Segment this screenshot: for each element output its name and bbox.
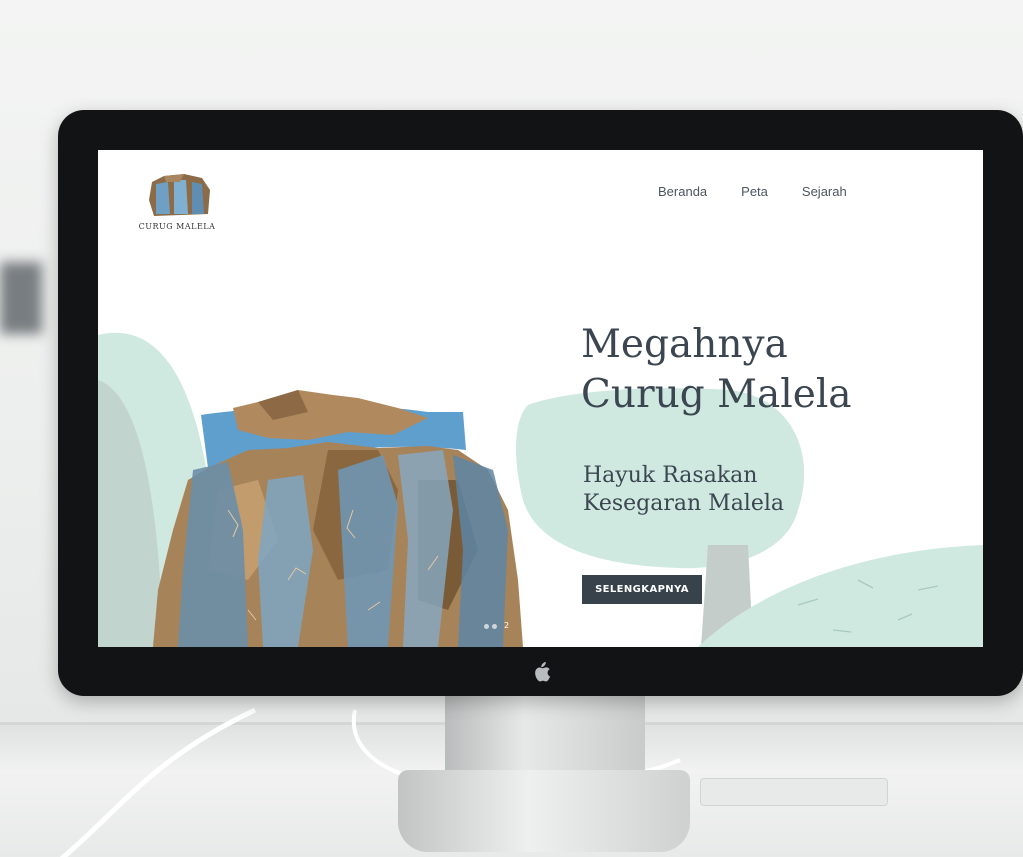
nav-link-beranda[interactable]: Beranda xyxy=(658,184,707,199)
hero-subtitle-line-2: Kesegaran Malela xyxy=(583,491,785,516)
main-nav: Beranda Peta Sejarah xyxy=(658,184,881,199)
waterfall-logo-icon xyxy=(149,174,210,216)
slider-dots xyxy=(484,624,497,629)
apple-logo-icon xyxy=(530,662,552,684)
hero-title-line-2: Curug Malela xyxy=(581,372,852,417)
hero-subtitle-line-1: Hayuk Rasakan xyxy=(583,463,758,488)
monitor-stand-base xyxy=(398,770,690,852)
nav-link-peta[interactable]: Peta xyxy=(741,184,768,199)
slider-number: 2 xyxy=(504,621,510,630)
nav-link-sejarah[interactable]: Sejarah xyxy=(802,184,847,199)
website-screen: CURUG MALELA Beranda Peta Sejarah Megahn… xyxy=(98,150,983,647)
waterfall-stream-3 xyxy=(338,455,398,647)
hero-title: Megahnya Curug Malela xyxy=(581,320,911,420)
site-logo[interactable]: CURUG MALELA xyxy=(136,170,218,234)
selengkapnya-button[interactable]: SELENGKAPNYA xyxy=(582,575,702,604)
blurred-background-object xyxy=(0,262,42,334)
logo-text: CURUG MALELA xyxy=(138,222,216,231)
slider-dot[interactable] xyxy=(492,624,497,629)
hero-title-line-1: Megahnya xyxy=(581,322,788,367)
desk-device xyxy=(700,778,888,806)
hero-subtitle: Hayuk Rasakan Kesegaran Malela xyxy=(583,462,873,518)
apple-logo-shape xyxy=(535,662,551,682)
photo-scene: CURUG MALELA Beranda Peta Sejarah Megahn… xyxy=(0,0,1023,857)
slider-dot[interactable] xyxy=(484,624,489,629)
